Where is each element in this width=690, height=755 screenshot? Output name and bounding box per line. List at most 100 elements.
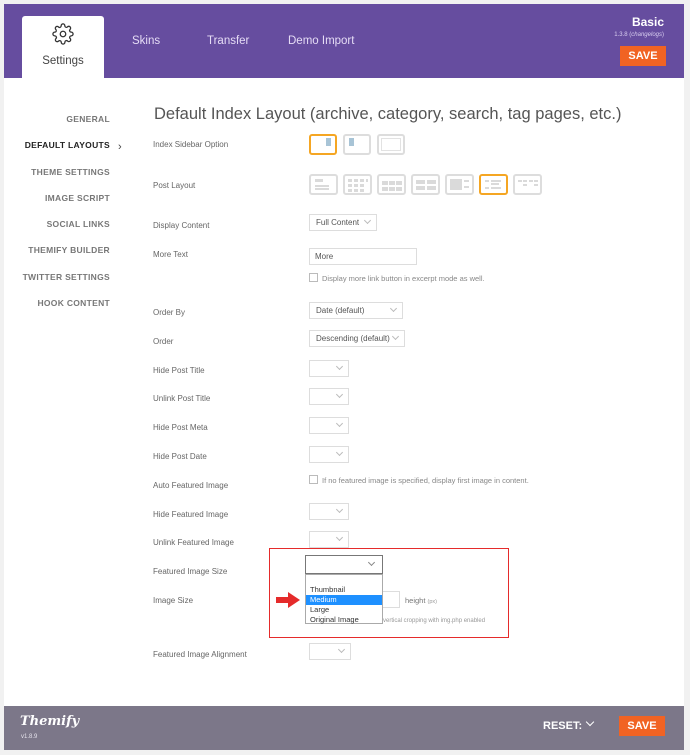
sidebar-item-general[interactable]: GENERAL [4,113,110,139]
more-link-checkbox[interactable] [309,273,318,282]
hide-post-title-select[interactable] [309,360,349,377]
sidebar-item-image-script[interactable]: IMAGE SCRIPT [4,192,110,218]
no-sidebar-option[interactable] [377,134,405,155]
hide-post-meta-select[interactable] [309,417,349,434]
sidebar-item-social-links[interactable]: SOCIAL LINKS [4,218,110,244]
sidebar-item-themify-builder[interactable]: THEMIFY BUILDER [4,244,110,270]
layout-glyph [382,181,388,185]
page-title: Default Index Layout (archive, category,… [154,105,622,123]
layout-glyph [396,187,402,191]
dropdown-option-thumbnail[interactable]: Thumbnail [306,585,382,595]
unlink-featured-image-label: Unlink Featured Image [153,538,234,547]
sidebar-item-twitter-settings[interactable]: TWITTER SETTINGS [4,271,110,297]
tab-settings-label: Settings [42,55,84,67]
chevron-down-icon [335,448,344,457]
changelogs-link[interactable]: changelogs [631,32,662,38]
post-layout-list-post[interactable] [309,174,338,195]
chevron-down-icon [335,533,344,542]
more-link-checkbox-label: Display more link button in excerpt mode… [322,274,485,283]
theme-version-line: 1.3.8 (changelogs) [614,32,664,38]
dropdown-option-original-image[interactable]: Original Image [306,615,382,625]
save-button-top[interactable]: SAVE [620,46,666,66]
order-label: Order [153,337,174,346]
layout-glyph [534,184,538,186]
layout-glyph [315,188,329,190]
order-by-select[interactable]: Date (default) [309,302,403,319]
layout-glyph [523,184,527,186]
featured-image-size-label: Featured Image Size [153,567,228,576]
dropdown-option-medium[interactable]: Medium [306,595,382,605]
layout-glyph [450,179,462,190]
tab-skins[interactable]: Skins [132,35,160,47]
sidebar-left-option[interactable] [343,134,371,155]
layout-glyph [315,185,329,187]
post-layout-grid4[interactable] [343,174,372,195]
auto-featured-image-checkbox-label: If no featured image is specified, displ… [322,476,529,485]
tab-settings[interactable]: Settings [22,16,104,78]
sidebar-right-option[interactable] [309,134,337,155]
sidebar-nav: GENERAL DEFAULT LAYOUTS THEME SETTINGS I… [4,113,110,323]
layout-glyph [416,180,425,184]
more-text-label: More Text [153,250,188,259]
chevron-down-icon[interactable] [585,717,595,727]
more-text-input[interactable] [309,248,417,265]
display-content-select[interactable]: Full Content [309,214,377,231]
theme-name: Basic [631,15,664,29]
chevron-right-icon: › [118,141,122,153]
chevron-down-icon [367,558,376,567]
layout-glyph [348,179,352,182]
order-by-label: Order By [153,308,186,317]
layout-glyph [491,180,501,182]
post-layout-list-thumb-image[interactable] [479,174,508,195]
hide-post-date-select[interactable] [309,446,349,463]
display-content-value: Full Content [316,218,360,227]
layout-glyph [523,180,527,182]
chevron-down-icon [335,390,344,399]
display-content-label: Display Content [153,221,210,230]
dropdown-option-blank[interactable] [306,575,382,585]
sidebar-item-default-layouts[interactable]: DEFAULT LAYOUTS [4,139,110,165]
hide-post-meta-label: Hide Post Meta [153,423,208,432]
height-label: height (px) [405,596,437,605]
tab-demo-import[interactable]: Demo Import [288,35,354,47]
save-button-bottom[interactable]: SAVE [619,716,665,736]
layout-glyph [348,184,352,187]
dropdown-option-large[interactable]: Large [306,605,382,615]
featured-image-alignment-select[interactable] [309,643,351,660]
layout-glyph [360,179,364,182]
layout-glyph [354,184,358,187]
layout-glyph [416,186,425,190]
layout-glyph [389,181,395,185]
layout-glyph [491,183,499,185]
layout-glyph [354,179,358,182]
hide-featured-image-select[interactable] [309,503,349,520]
reset-dropdown[interactable]: RESET: [543,720,582,732]
order-by-value: Date (default) [316,306,365,315]
layout-glyph [485,180,489,182]
hide-featured-image-label: Hide Featured Image [153,510,229,519]
post-layout-grid3[interactable] [377,174,406,195]
sidebar-item-theme-settings[interactable]: THEME SETTINGS [4,166,110,192]
unlink-post-title-select[interactable] [309,388,349,405]
unlink-featured-image-select[interactable] [309,531,349,548]
sidebar-item-hook-content[interactable]: HOOK CONTENT [4,297,110,323]
sidebar-right-icon [326,138,331,146]
post-layout-grid2-thumb-alt[interactable] [513,174,542,195]
chevron-down-icon [335,505,344,514]
layout-glyph [491,187,501,189]
tab-transfer[interactable]: Transfer [207,35,249,47]
chevron-down-icon [337,645,346,654]
layout-glyph [382,187,388,191]
auto-featured-image-checkbox[interactable] [309,475,318,484]
chevron-down-icon [363,216,372,225]
hide-post-title-label: Hide Post Title [153,366,205,375]
red-arrow-icon [276,592,300,608]
layout-glyph [464,186,469,188]
post-layout-grid2[interactable] [411,174,440,195]
post-layout-grid2-thumb[interactable] [445,174,474,195]
gear-icon [52,23,74,45]
featured-image-size-select[interactable] [305,555,383,574]
order-select[interactable]: Descending (default) [309,330,405,347]
layout-glyph [360,184,364,187]
themify-logo: Themify [20,714,80,729]
